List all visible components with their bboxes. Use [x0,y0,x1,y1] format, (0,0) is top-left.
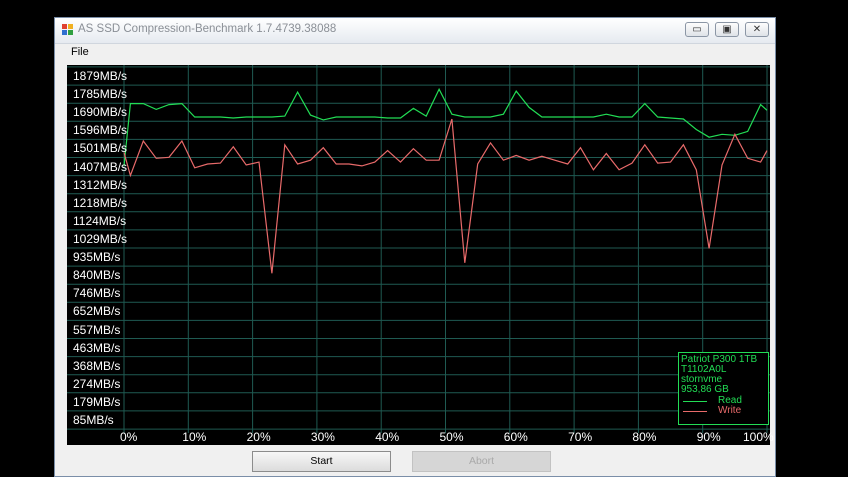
y-tick-label: 1596MB/s [73,123,128,138]
y-tick-label: 557MB/s [73,322,121,337]
chart-svg [67,65,770,433]
x-tick-label: 40% [375,430,400,444]
y-tick-label: 1690MB/s [73,105,128,120]
legend-write-line [683,411,707,412]
y-tick-label: 746MB/s [73,286,121,301]
chart-legend: Patriot P300 1TB T1102A0L stornvme 953,8… [678,352,769,425]
start-button[interactable]: Start [252,451,391,472]
y-tick-label: 840MB/s [73,268,121,283]
legend-write: Write [681,406,767,416]
x-tick-label: 90% [696,430,721,444]
y-tick-label: 1501MB/s [73,141,128,156]
x-tick-label: 60% [503,430,528,444]
x-tick-label: 20% [246,430,271,444]
y-tick-label: 85MB/s [73,413,114,427]
minimize-icon: ▭ [692,24,702,35]
x-tick-label: 80% [632,430,657,444]
close-icon: ✕ [752,24,762,35]
y-tick-label: 1029MB/s [73,231,128,246]
app-icon [62,24,74,36]
abort-button: Abort [412,451,551,472]
maximize-button[interactable]: ▣ [715,22,739,37]
close-button[interactable]: ✕ [745,22,769,37]
x-tick-label: 10% [182,430,207,444]
benchmark-chart: 1879MB/s 1785MB/s 1690MB/s 1596MB/s 1501MB/s… [67,65,774,445]
y-tick-label: 274MB/s [73,376,121,391]
menu-bar: File [55,43,775,63]
minimize-button[interactable]: ▭ [685,22,709,37]
x-tick-label: 70% [568,430,593,444]
legend-write-label: Write [718,405,742,416]
y-tick-label: 1312MB/s [73,177,128,192]
x-tick-label: 50% [439,430,464,444]
y-tick-label: 1218MB/s [73,195,128,210]
x-tick-label: 100% [743,430,774,444]
maximize-icon: ▣ [722,24,732,35]
y-tick-label: 368MB/s [73,358,121,373]
legend-read-line [683,401,707,402]
y-tick-label: 1407MB/s [73,159,128,174]
y-tick-label: 652MB/s [73,304,121,319]
y-tick-label: 179MB/s [73,394,121,409]
benchmark-window: AS SSD Compression-Benchmark 1.7.4739.38… [54,17,776,477]
x-tick-label: 30% [310,430,335,444]
menu-file[interactable]: File [71,46,89,58]
window-title: AS SSD Compression-Benchmark 1.7.4739.38… [78,23,337,35]
y-tick-label: 935MB/s [73,250,121,265]
y-tick-label: 1879MB/s [73,69,128,83]
legend-size: 953,86 GB [681,384,729,395]
y-tick-label: 463MB/s [73,340,121,355]
y-tick-label: 1785MB/s [73,87,128,102]
y-tick-label: 1124MB/s [73,213,127,228]
title-bar[interactable]: AS SSD Compression-Benchmark 1.7.4739.38… [55,18,775,44]
x-tick-label: 0% [120,430,138,444]
